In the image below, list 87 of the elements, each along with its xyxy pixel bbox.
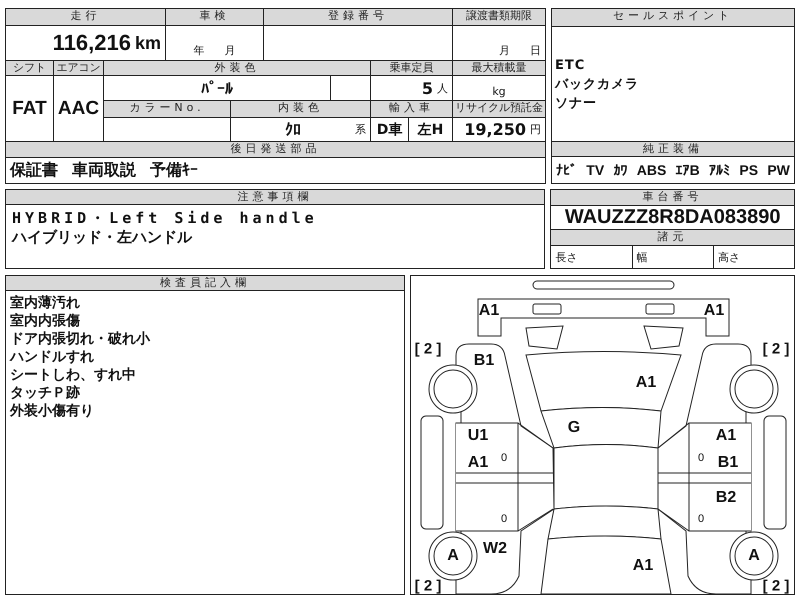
column-header: 外装色 — [104, 61, 371, 76]
accessory-item: 保証書 — [10, 160, 58, 181]
aircon-value: AAC — [58, 98, 100, 120]
inspector-note: ドア内張切れ・破れ小 — [10, 330, 152, 348]
mileage-unit: km — [134, 32, 161, 54]
date-unit: 月 — [224, 43, 236, 58]
tire-grade: [ 2 ] — [414, 578, 442, 594]
tire-grade: [ 2 ] — [414, 340, 442, 358]
damage-code: A1 — [636, 374, 656, 392]
import-value: 左H — [418, 120, 444, 138]
note-line: HYBRID・Left Side handle — [12, 209, 319, 228]
column-header: 後日発送部品 — [6, 142, 546, 158]
interior-color-value: ｸﾛ — [284, 120, 302, 139]
equipment-item: ﾅﾋﾞ — [556, 162, 577, 178]
accessory-item: 車両取説 — [72, 160, 136, 181]
shift-value: FAT — [12, 98, 47, 120]
damage-code: B2 — [716, 489, 736, 507]
note-line: ハイブリッド・左ハンドル — [12, 228, 194, 247]
door-mark: 0 — [500, 513, 508, 525]
capacity-unit: 人 — [437, 80, 448, 96]
damage-code: A1 — [704, 302, 724, 320]
inspector-note: ハンドルすれ — [10, 348, 95, 366]
section-header: 諸元 — [551, 229, 794, 246]
column-header: 内装色 — [231, 101, 371, 118]
date-unit: 日 — [530, 43, 541, 58]
damage-code: A1 — [716, 427, 736, 445]
equipment-item: ｱﾙﾐ — [709, 162, 730, 178]
column-header: エアコン — [54, 61, 104, 76]
damage-code: W2 — [483, 540, 507, 558]
accessory-item: 予備ｷｰ — [150, 160, 198, 181]
section-header: 検査員記入欄 — [6, 276, 404, 291]
damage-code: G — [568, 419, 580, 437]
date-unit: 年 — [194, 43, 204, 58]
column-header: 輸入車 — [371, 101, 453, 118]
wheel-grade: A — [447, 547, 459, 565]
door-mark: 0 — [500, 452, 508, 464]
damage-code: B1 — [474, 352, 494, 370]
column-header: シフト — [6, 61, 54, 76]
damage-code: A1 — [632, 557, 654, 575]
tire-grade: [ 2 ] — [762, 578, 790, 594]
column-header: カラーNo. — [104, 101, 231, 118]
damage-code: U1 — [468, 427, 488, 445]
equipment-item: PW — [767, 162, 790, 178]
section-header: セールスポイント — [552, 9, 794, 27]
section-header: 車台番号 — [551, 190, 794, 206]
sale-point-item: ETC — [555, 56, 586, 74]
chassis-number: WAUZZZ8R8DA083890 — [564, 206, 780, 229]
sale-point-item: バックカメラ — [555, 76, 640, 94]
section-header: 純正装備 — [552, 141, 794, 157]
exterior-color-value: ﾊﾟｰﾙ — [201, 78, 233, 98]
interior-color-unit: 系 — [355, 122, 366, 137]
import-value: D車 — [376, 120, 402, 138]
section-header: 注意事項欄 — [6, 190, 544, 205]
tire-grade: [ 2 ] — [762, 340, 790, 358]
column-header: 最大積載量 — [453, 61, 546, 76]
load-unit: kg — [492, 85, 506, 98]
sale-point-item: ソナー — [555, 94, 598, 112]
equipment-item: ｴｱB — [676, 162, 700, 178]
inspector-note: シートしわ、すれ中 — [10, 366, 137, 384]
equipment-item: ABS — [636, 162, 666, 178]
door-mark: 0 — [698, 452, 704, 464]
column-header: 走行 — [6, 9, 166, 26]
equipment-item: TV — [586, 162, 604, 178]
spec-label: 幅 — [636, 250, 648, 264]
capacity-value: 5 — [422, 78, 433, 98]
inspector-note: 室内内張傷 — [10, 312, 81, 330]
inspector-note: 外装小傷有り — [10, 402, 95, 420]
damage-code: B1 — [718, 454, 738, 472]
damage-code: A1 — [468, 454, 488, 472]
mileage-value: 116,216 — [52, 30, 131, 56]
wheel-grade: A — [748, 547, 760, 565]
recycle-fee-value: 19,250 — [464, 120, 526, 139]
spec-label: 高さ — [718, 250, 740, 264]
spec-label: 長さ — [555, 250, 578, 264]
column-header: 車検 — [166, 9, 264, 26]
equipment-item: ｶﾜ — [613, 162, 628, 178]
column-header: 譲渡書類期限 — [453, 9, 546, 26]
recycle-fee-unit: 円 — [530, 122, 541, 137]
door-mark: 0 — [698, 513, 704, 525]
column-header: 乗車定員 — [371, 61, 453, 76]
date-unit: 月 — [499, 43, 510, 58]
inspector-note: タッチＰ跡 — [10, 384, 81, 402]
inspector-note: 室内薄汚れ — [10, 294, 81, 312]
column-header: リサイクル預託金 — [453, 101, 546, 118]
damage-code: A1 — [478, 302, 500, 320]
column-header: 登録番号 — [264, 9, 453, 26]
equipment-item: PS — [739, 162, 758, 178]
